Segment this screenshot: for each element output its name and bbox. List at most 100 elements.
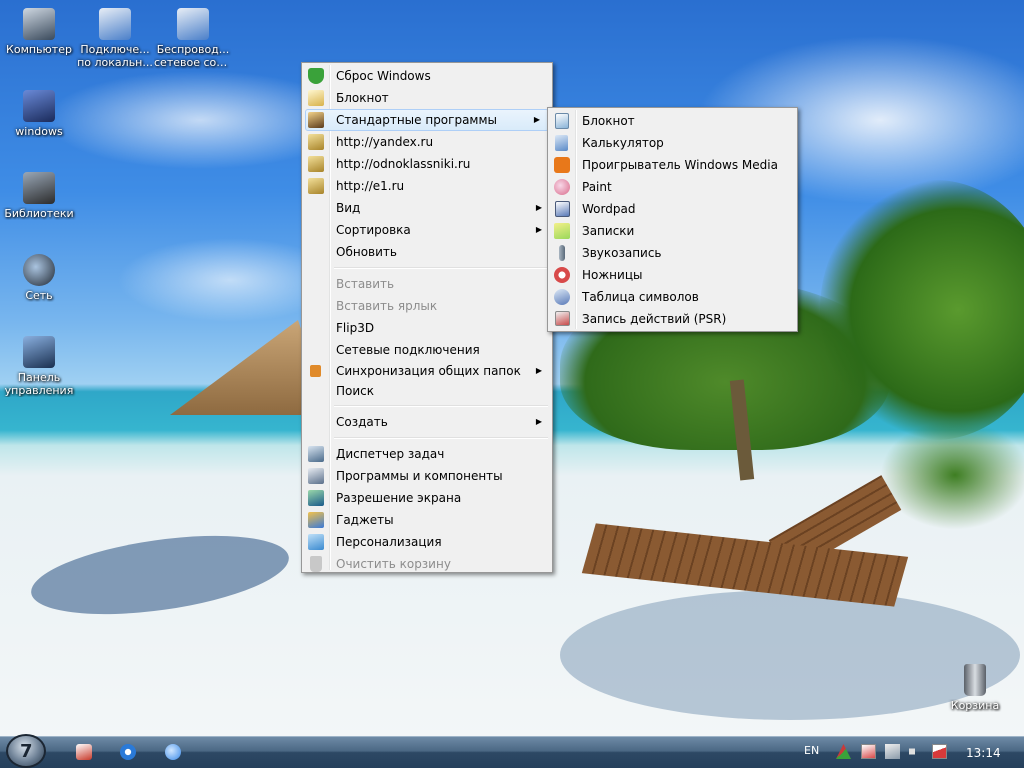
microphone-icon bbox=[559, 245, 565, 261]
menu-item-label: Синхронизация общих папок bbox=[336, 364, 521, 378]
desktop-icon-label: Беспровод... bbox=[156, 43, 230, 56]
language-indicator[interactable]: EN bbox=[804, 744, 819, 757]
menu-item-reset-windows[interactable]: Сброс Windows bbox=[304, 65, 550, 87]
acrobat-icon[interactable] bbox=[76, 744, 92, 760]
menu-item-create[interactable]: Создать ▶ bbox=[304, 411, 550, 433]
menu-item-notepad[interactable]: Блокнот bbox=[304, 87, 550, 109]
wireless-connection-icon bbox=[177, 8, 209, 40]
char-map-icon bbox=[554, 289, 570, 305]
menu-item-label: Стандартные программы bbox=[336, 113, 498, 127]
scissors-icon bbox=[554, 267, 570, 283]
menu-item-label: Поиск bbox=[336, 384, 375, 398]
submenu-item-paint[interactable]: Paint bbox=[550, 176, 795, 198]
menu-item-label: Гаджеты bbox=[336, 513, 394, 527]
menu-item-flip3d[interactable]: Flip3D bbox=[304, 317, 550, 339]
desktop-icon-label: Корзина bbox=[950, 699, 1000, 712]
standard-programs-icon bbox=[308, 112, 324, 128]
wordpad-icon bbox=[555, 201, 570, 217]
menu-item-view[interactable]: Вид ▶ bbox=[304, 197, 550, 219]
menu-item-label: Обновить bbox=[336, 245, 397, 259]
notepad-icon bbox=[555, 113, 569, 129]
desktop-icon-label: Подключе... bbox=[80, 43, 150, 56]
network-connection-icon bbox=[99, 8, 131, 40]
submenu-item-media-player[interactable]: Проигрыватель Windows Media bbox=[550, 154, 795, 176]
globe-app-icon[interactable] bbox=[165, 744, 181, 760]
menu-item-label: Программы и компоненты bbox=[336, 469, 503, 483]
submenu-item-calculator[interactable]: Калькулятор bbox=[550, 132, 795, 154]
submenu-item-character-map[interactable]: Таблица символов bbox=[550, 286, 795, 308]
menu-item-label: Ножницы bbox=[582, 268, 643, 282]
submenu-item-sticky-notes[interactable]: Записки bbox=[550, 220, 795, 242]
menu-item-search[interactable]: Поиск bbox=[304, 381, 550, 401]
menu-item-programs-features[interactable]: Программы и компоненты bbox=[304, 465, 550, 487]
menu-item-label: http://e1.ru bbox=[336, 179, 405, 193]
submenu-item-notepad[interactable]: Блокнот bbox=[550, 110, 795, 132]
start-button[interactable]: 7 bbox=[6, 734, 46, 768]
menu-item-label: Сетевые подключения bbox=[336, 343, 480, 357]
language-label: EN bbox=[804, 744, 820, 757]
empty-bin-icon bbox=[310, 556, 322, 572]
tray-flag-icon[interactable] bbox=[861, 744, 876, 759]
menu-item-personalization[interactable]: Персонализация bbox=[304, 531, 550, 553]
menu-item-refresh[interactable]: Обновить bbox=[304, 241, 550, 263]
menu-item-odnoklassniki-link[interactable]: http://odnoklassniki.ru bbox=[304, 153, 550, 175]
menu-item-screen-resolution[interactable]: Разрешение экрана bbox=[304, 487, 550, 509]
menu-separator bbox=[334, 405, 548, 407]
link-icon bbox=[308, 178, 324, 194]
clock[interactable]: 13:14 bbox=[966, 746, 1001, 760]
desktop-icon-windows[interactable]: windows bbox=[0, 90, 78, 138]
computer-icon bbox=[23, 8, 55, 40]
submenu-arrow-icon: ▶ bbox=[535, 203, 542, 212]
personalization-icon bbox=[308, 534, 324, 550]
submenu-item-steps-recorder[interactable]: Запись действий (PSR) bbox=[550, 308, 795, 330]
refresh-app-icon[interactable] bbox=[120, 744, 136, 760]
submenu-standard-programs: Блокнот Калькулятор Проигрыватель Window… bbox=[547, 107, 798, 332]
desktop-icon-wireless-connection[interactable]: Беспровод... сетевое сое... bbox=[154, 8, 232, 69]
menu-item-sync-shared-folders[interactable]: Синхронизация общих папок ▶ bbox=[304, 361, 550, 381]
desktop-icon-computer[interactable]: Компьютер bbox=[0, 8, 78, 56]
menu-item-label: Блокнот bbox=[582, 114, 635, 128]
desktop-icon-network[interactable]: Сеть bbox=[0, 254, 78, 302]
gadgets-icon bbox=[308, 512, 324, 528]
menu-item-yandex-link[interactable]: http://yandex.ru bbox=[304, 131, 550, 153]
submenu-item-wordpad[interactable]: Wordpad bbox=[550, 198, 795, 220]
submenu-arrow-icon: ▶ bbox=[533, 115, 540, 124]
recycle-bin-icon bbox=[964, 664, 986, 696]
menu-item-label: Блокнот bbox=[336, 91, 389, 105]
menu-item-label: Создать bbox=[336, 415, 388, 429]
menu-item-label: Калькулятор bbox=[582, 136, 664, 150]
submenu-item-snipping-tool[interactable]: Ножницы bbox=[550, 264, 795, 286]
menu-item-sort[interactable]: Сортировка ▶ bbox=[304, 219, 550, 241]
menu-item-paste[interactable]: Вставить bbox=[304, 273, 550, 295]
desktop-icon-control-panel[interactable]: Панель управления bbox=[0, 336, 78, 397]
desktop-icon-label: windows bbox=[15, 125, 63, 138]
submenu-item-sound-recorder[interactable]: Звукозапись bbox=[550, 242, 795, 264]
menu-item-standard-programs[interactable]: Стандартные программы ▶ bbox=[305, 109, 549, 131]
submenu-arrow-icon: ▶ bbox=[535, 225, 542, 234]
menu-item-label: Записки bbox=[582, 224, 635, 238]
libraries-icon bbox=[23, 172, 55, 204]
menu-item-task-manager[interactable]: Диспетчер задач bbox=[304, 443, 550, 465]
desktop-icon-label: Компьютер bbox=[6, 43, 72, 56]
menu-item-network-connections[interactable]: Сетевые подключения bbox=[304, 339, 550, 361]
desktop-context-menu: Сброс Windows Блокнот Стандартные програ… bbox=[301, 62, 553, 573]
menu-item-gadgets[interactable]: Гаджеты bbox=[304, 509, 550, 531]
menu-item-label: Сброс Windows bbox=[336, 69, 431, 83]
task-manager-icon bbox=[308, 446, 324, 462]
tray-network-icon[interactable] bbox=[885, 744, 900, 759]
start-orb-glyph: 7 bbox=[20, 741, 33, 762]
menu-item-e1-link[interactable]: http://e1.ru bbox=[304, 175, 550, 197]
psr-icon bbox=[555, 311, 570, 326]
desktop-icon-lan-connection[interactable]: Подключе... по локальн... bbox=[76, 8, 154, 69]
action-center-icon[interactable] bbox=[932, 744, 947, 759]
desktop-icon-label-line2: сетевое сое... bbox=[154, 56, 232, 69]
menu-item-paste-shortcut[interactable]: Вставить ярлык bbox=[304, 295, 550, 317]
control-panel-icon bbox=[23, 336, 55, 368]
menu-item-empty-recycle-bin[interactable]: Очистить корзину bbox=[304, 553, 550, 575]
desktop-icon-libraries[interactable]: Библиотеки bbox=[0, 172, 78, 220]
desktop-icon-label-line2: по локальн... bbox=[77, 56, 153, 69]
windows-folder-icon bbox=[23, 90, 55, 122]
desktop-icon-recycle-bin[interactable]: Корзина bbox=[936, 664, 1014, 712]
menu-item-label: Paint bbox=[582, 180, 612, 194]
programs-icon bbox=[308, 468, 324, 484]
